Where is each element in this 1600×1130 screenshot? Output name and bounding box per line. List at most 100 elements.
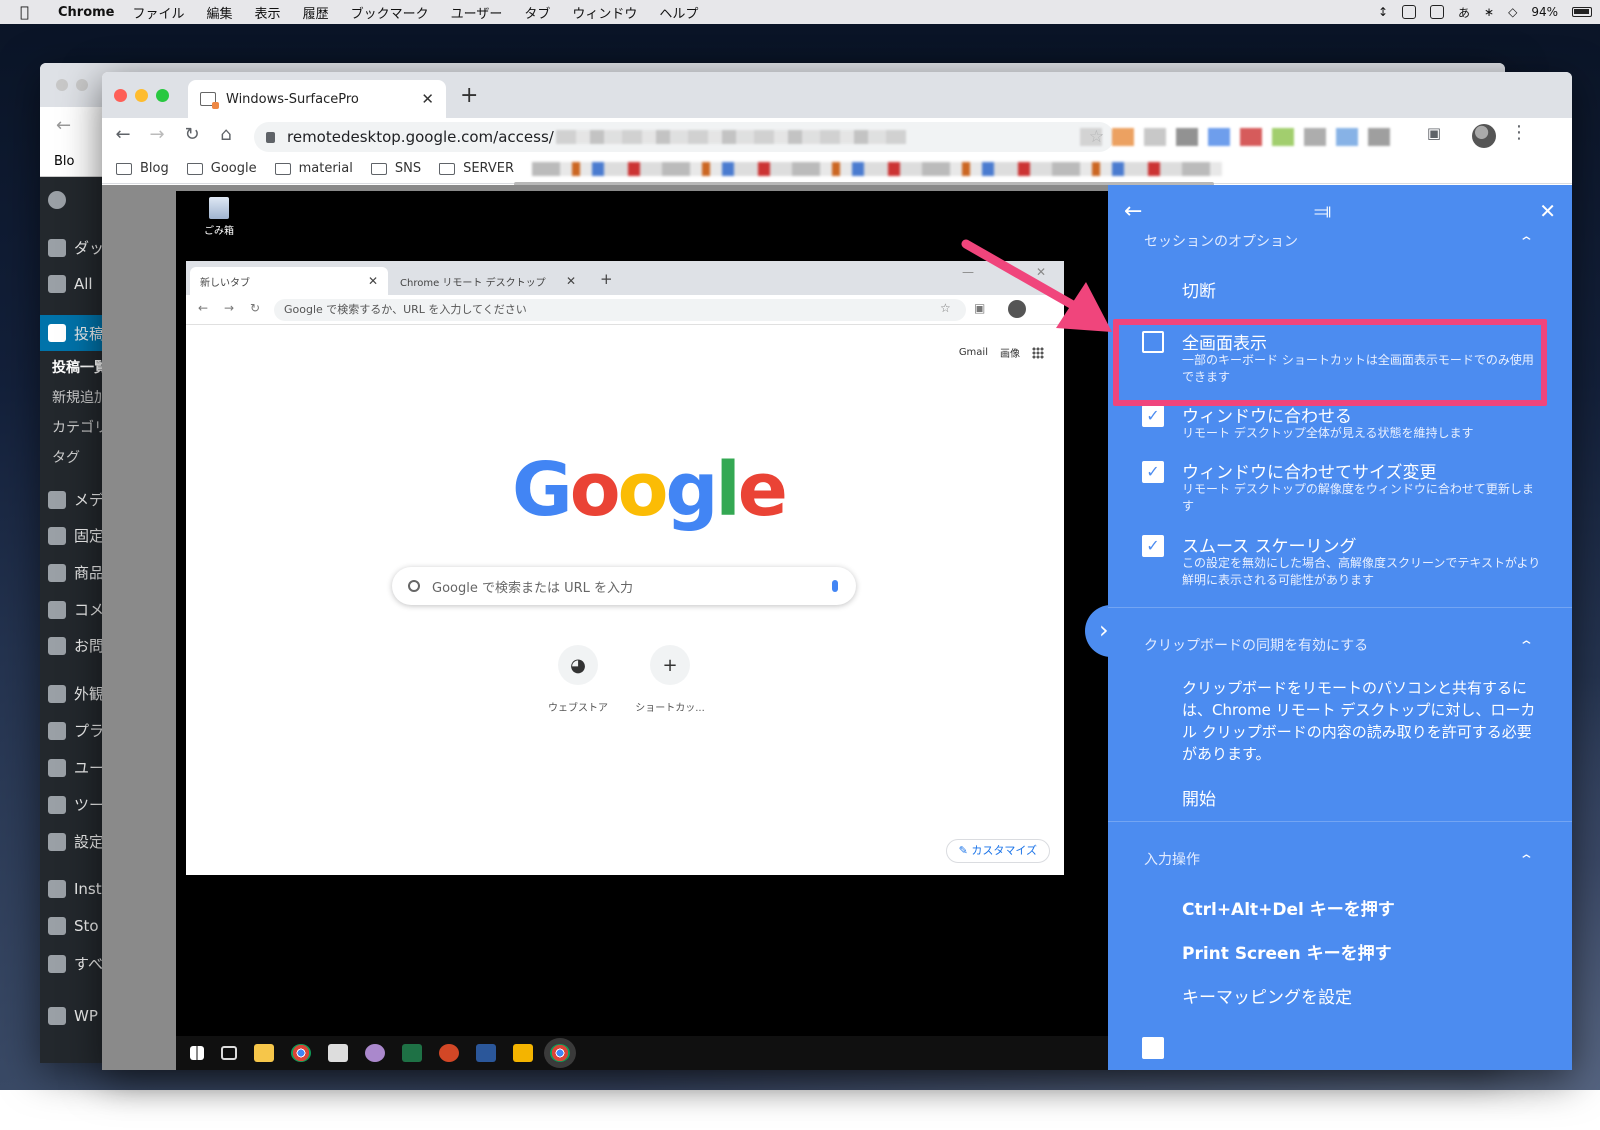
- wp-menu-wp[interactable]: WP: [48, 1007, 104, 1025]
- smooth-scaling-label[interactable]: スムース スケーリング: [1182, 532, 1357, 557]
- session-options-header[interactable]: セッションのオプション: [1144, 231, 1298, 251]
- wp-menu-plugins[interactable]: プラ: [48, 720, 104, 741]
- menu-bookmarks[interactable]: ブックマーク: [351, 3, 429, 22]
- menu-tab[interactable]: タブ: [524, 3, 550, 22]
- close-icon[interactable]: ✕: [1539, 199, 1556, 223]
- menu-view[interactable]: 表示: [255, 3, 281, 22]
- menu-window[interactable]: ウィンドウ: [572, 3, 637, 22]
- bookmark-material[interactable]: material: [274, 161, 353, 176]
- customize-button[interactable]: ✎ カスタマイズ: [945, 839, 1050, 863]
- bookmark-google[interactable]: Google: [186, 161, 257, 176]
- menu-history[interactable]: 履歴: [303, 3, 329, 22]
- paint-icon[interactable]: [365, 1044, 385, 1062]
- menubar-app-name[interactable]: Chrome: [58, 5, 115, 20]
- wp-menu-appearance[interactable]: 外観: [48, 683, 104, 704]
- chevron-up-icon[interactable]: ⌃: [1518, 639, 1534, 654]
- wp-menu-settings[interactable]: 設定: [48, 831, 104, 852]
- menu-edit[interactable]: 編集: [207, 3, 233, 22]
- input-method-icon[interactable]: あ: [1458, 4, 1470, 21]
- wp-menu-products[interactable]: 商品: [48, 562, 104, 583]
- wp-menu-instagram[interactable]: Inst: [48, 880, 104, 898]
- back-arrow-icon[interactable]: ←: [1124, 199, 1142, 224]
- wp-submenu-new[interactable]: 新規追加: [52, 387, 108, 407]
- battery-icon[interactable]: [1572, 7, 1592, 17]
- window-zoom-button[interactable]: [156, 89, 169, 102]
- apps-grid-icon[interactable]: [1032, 346, 1044, 359]
- window-minimize-button[interactable]: [135, 89, 148, 102]
- wp-menu-contact[interactable]: お問: [48, 635, 104, 656]
- apple-icon[interactable]: : [20, 3, 38, 21]
- windows-start-icon[interactable]: [190, 1046, 204, 1060]
- bookmark-server[interactable]: SERVER: [439, 161, 514, 176]
- wp-menu-store[interactable]: Sto: [48, 917, 104, 935]
- reload-icon[interactable]: ↻: [250, 301, 260, 315]
- bookmark-sns[interactable]: SNS: [370, 161, 421, 176]
- cast-icon[interactable]: ▣: [1422, 124, 1446, 142]
- chrome-active-icon[interactable]: [550, 1044, 570, 1062]
- back-arrow-icon[interactable]: ←: [56, 115, 71, 136]
- smooth-scaling-checkbox[interactable]: ✓: [1142, 535, 1164, 557]
- more-menu-icon[interactable]: ⋮: [1510, 122, 1528, 143]
- bluetooth-icon[interactable]: ∗: [1484, 5, 1494, 19]
- gmail-link[interactable]: Gmail: [959, 347, 988, 358]
- bookmark-blog[interactable]: Blog: [116, 161, 169, 176]
- wp-menu-posts[interactable]: 投稿: [40, 315, 104, 351]
- close-icon[interactable]: ✕: [368, 274, 378, 288]
- menu-file[interactable]: ファイル: [133, 3, 185, 22]
- background-bookmark[interactable]: Blo: [54, 154, 74, 169]
- wordpress-logo-icon[interactable]: [48, 191, 104, 209]
- fit-window-checkbox[interactable]: ✓: [1142, 405, 1164, 427]
- wp-menu-comments[interactable]: コメ: [48, 599, 104, 620]
- new-tab-button[interactable]: +: [460, 83, 478, 108]
- resize-to-window-checkbox[interactable]: ✓: [1142, 461, 1164, 483]
- wp-menu-dashboard[interactable]: ダッ: [48, 237, 104, 258]
- background-minimize-button[interactable]: [76, 79, 88, 91]
- remote-chrome-window[interactable]: 新しいタブ ✕ Chrome リモート デスクトップ ✕ + — ✕ ← → ↻ G…: [186, 261, 1064, 875]
- slides-icon[interactable]: [513, 1044, 533, 1062]
- print-screen-button[interactable]: Print Screen キーを押す: [1182, 939, 1392, 964]
- file-explorer-icon[interactable]: [254, 1044, 274, 1062]
- chrome-icon[interactable]: [291, 1044, 311, 1062]
- chrome-window[interactable]: Windows-SurfacePro ✕ + ← → ↻ ⌂ remotedes…: [102, 72, 1572, 1070]
- google-search-box[interactable]: Google で検索または URL を入力: [392, 567, 856, 605]
- new-tab-button[interactable]: +: [600, 270, 613, 288]
- remote-tab-crd[interactable]: Chrome リモート デスクトップ ✕: [390, 267, 586, 295]
- chevron-up-icon[interactable]: ⌃: [1518, 235, 1534, 250]
- wp-submenu-all-posts[interactable]: 投稿一覧: [52, 357, 108, 377]
- sync-icon[interactable]: ↕: [1378, 5, 1388, 19]
- wp-menu-media[interactable]: メデ: [48, 489, 104, 510]
- wp-menu-all[interactable]: All: [48, 275, 104, 293]
- extension-icons-redacted[interactable]: [1080, 128, 1390, 146]
- wp-submenu-categories[interactable]: カテゴリ: [52, 417, 108, 437]
- wp-menu-tools[interactable]: ツー: [48, 794, 104, 815]
- remote-tab-newtab[interactable]: 新しいタブ ✕: [190, 267, 388, 295]
- input-controls-header[interactable]: 入力操作: [1144, 849, 1200, 869]
- display-icon[interactable]: [1430, 5, 1445, 19]
- powerpoint-icon[interactable]: [439, 1044, 459, 1062]
- word-icon[interactable]: [476, 1044, 496, 1062]
- forward-arrow-icon[interactable]: →: [224, 301, 234, 315]
- chevron-up-icon[interactable]: ⌃: [1518, 853, 1534, 868]
- recycle-bin[interactable]: ごみ箱: [204, 197, 234, 237]
- excel-icon[interactable]: [402, 1044, 422, 1062]
- background-close-button[interactable]: [56, 79, 68, 91]
- disconnect-button[interactable]: 切断: [1182, 277, 1216, 302]
- bookmark-star-icon[interactable]: ☆: [940, 301, 951, 315]
- tab-windows-surfacepro[interactable]: Windows-SurfacePro ✕: [188, 80, 446, 118]
- clipboard-start-button[interactable]: 開始: [1182, 785, 1216, 810]
- partial-checkbox[interactable]: [1142, 1037, 1164, 1059]
- forward-arrow-icon[interactable]: →: [145, 124, 169, 145]
- resize-to-window-label[interactable]: ウィンドウに合わせてサイズ変更: [1182, 458, 1437, 483]
- microphone-icon[interactable]: [832, 580, 838, 592]
- menu-users[interactable]: ユーザー: [451, 3, 503, 22]
- clipboard-icon[interactable]: [1402, 5, 1417, 19]
- home-icon[interactable]: ⌂: [214, 124, 238, 145]
- key-mapping-button[interactable]: キーマッピングを設定: [1182, 983, 1352, 1008]
- reload-icon[interactable]: ↻: [180, 124, 204, 145]
- address-bar[interactable]: remotedesktop.google.com/access/ ☆: [254, 122, 1114, 152]
- wp-menu-pages[interactable]: 固定: [48, 525, 104, 546]
- shortcut-add[interactable]: + ショートカッ...: [630, 645, 710, 714]
- clipboard-sync-header[interactable]: クリップボードの同期を有効にする: [1144, 635, 1368, 655]
- close-icon[interactable]: ✕: [566, 274, 576, 288]
- task-view-icon[interactable]: [221, 1046, 237, 1060]
